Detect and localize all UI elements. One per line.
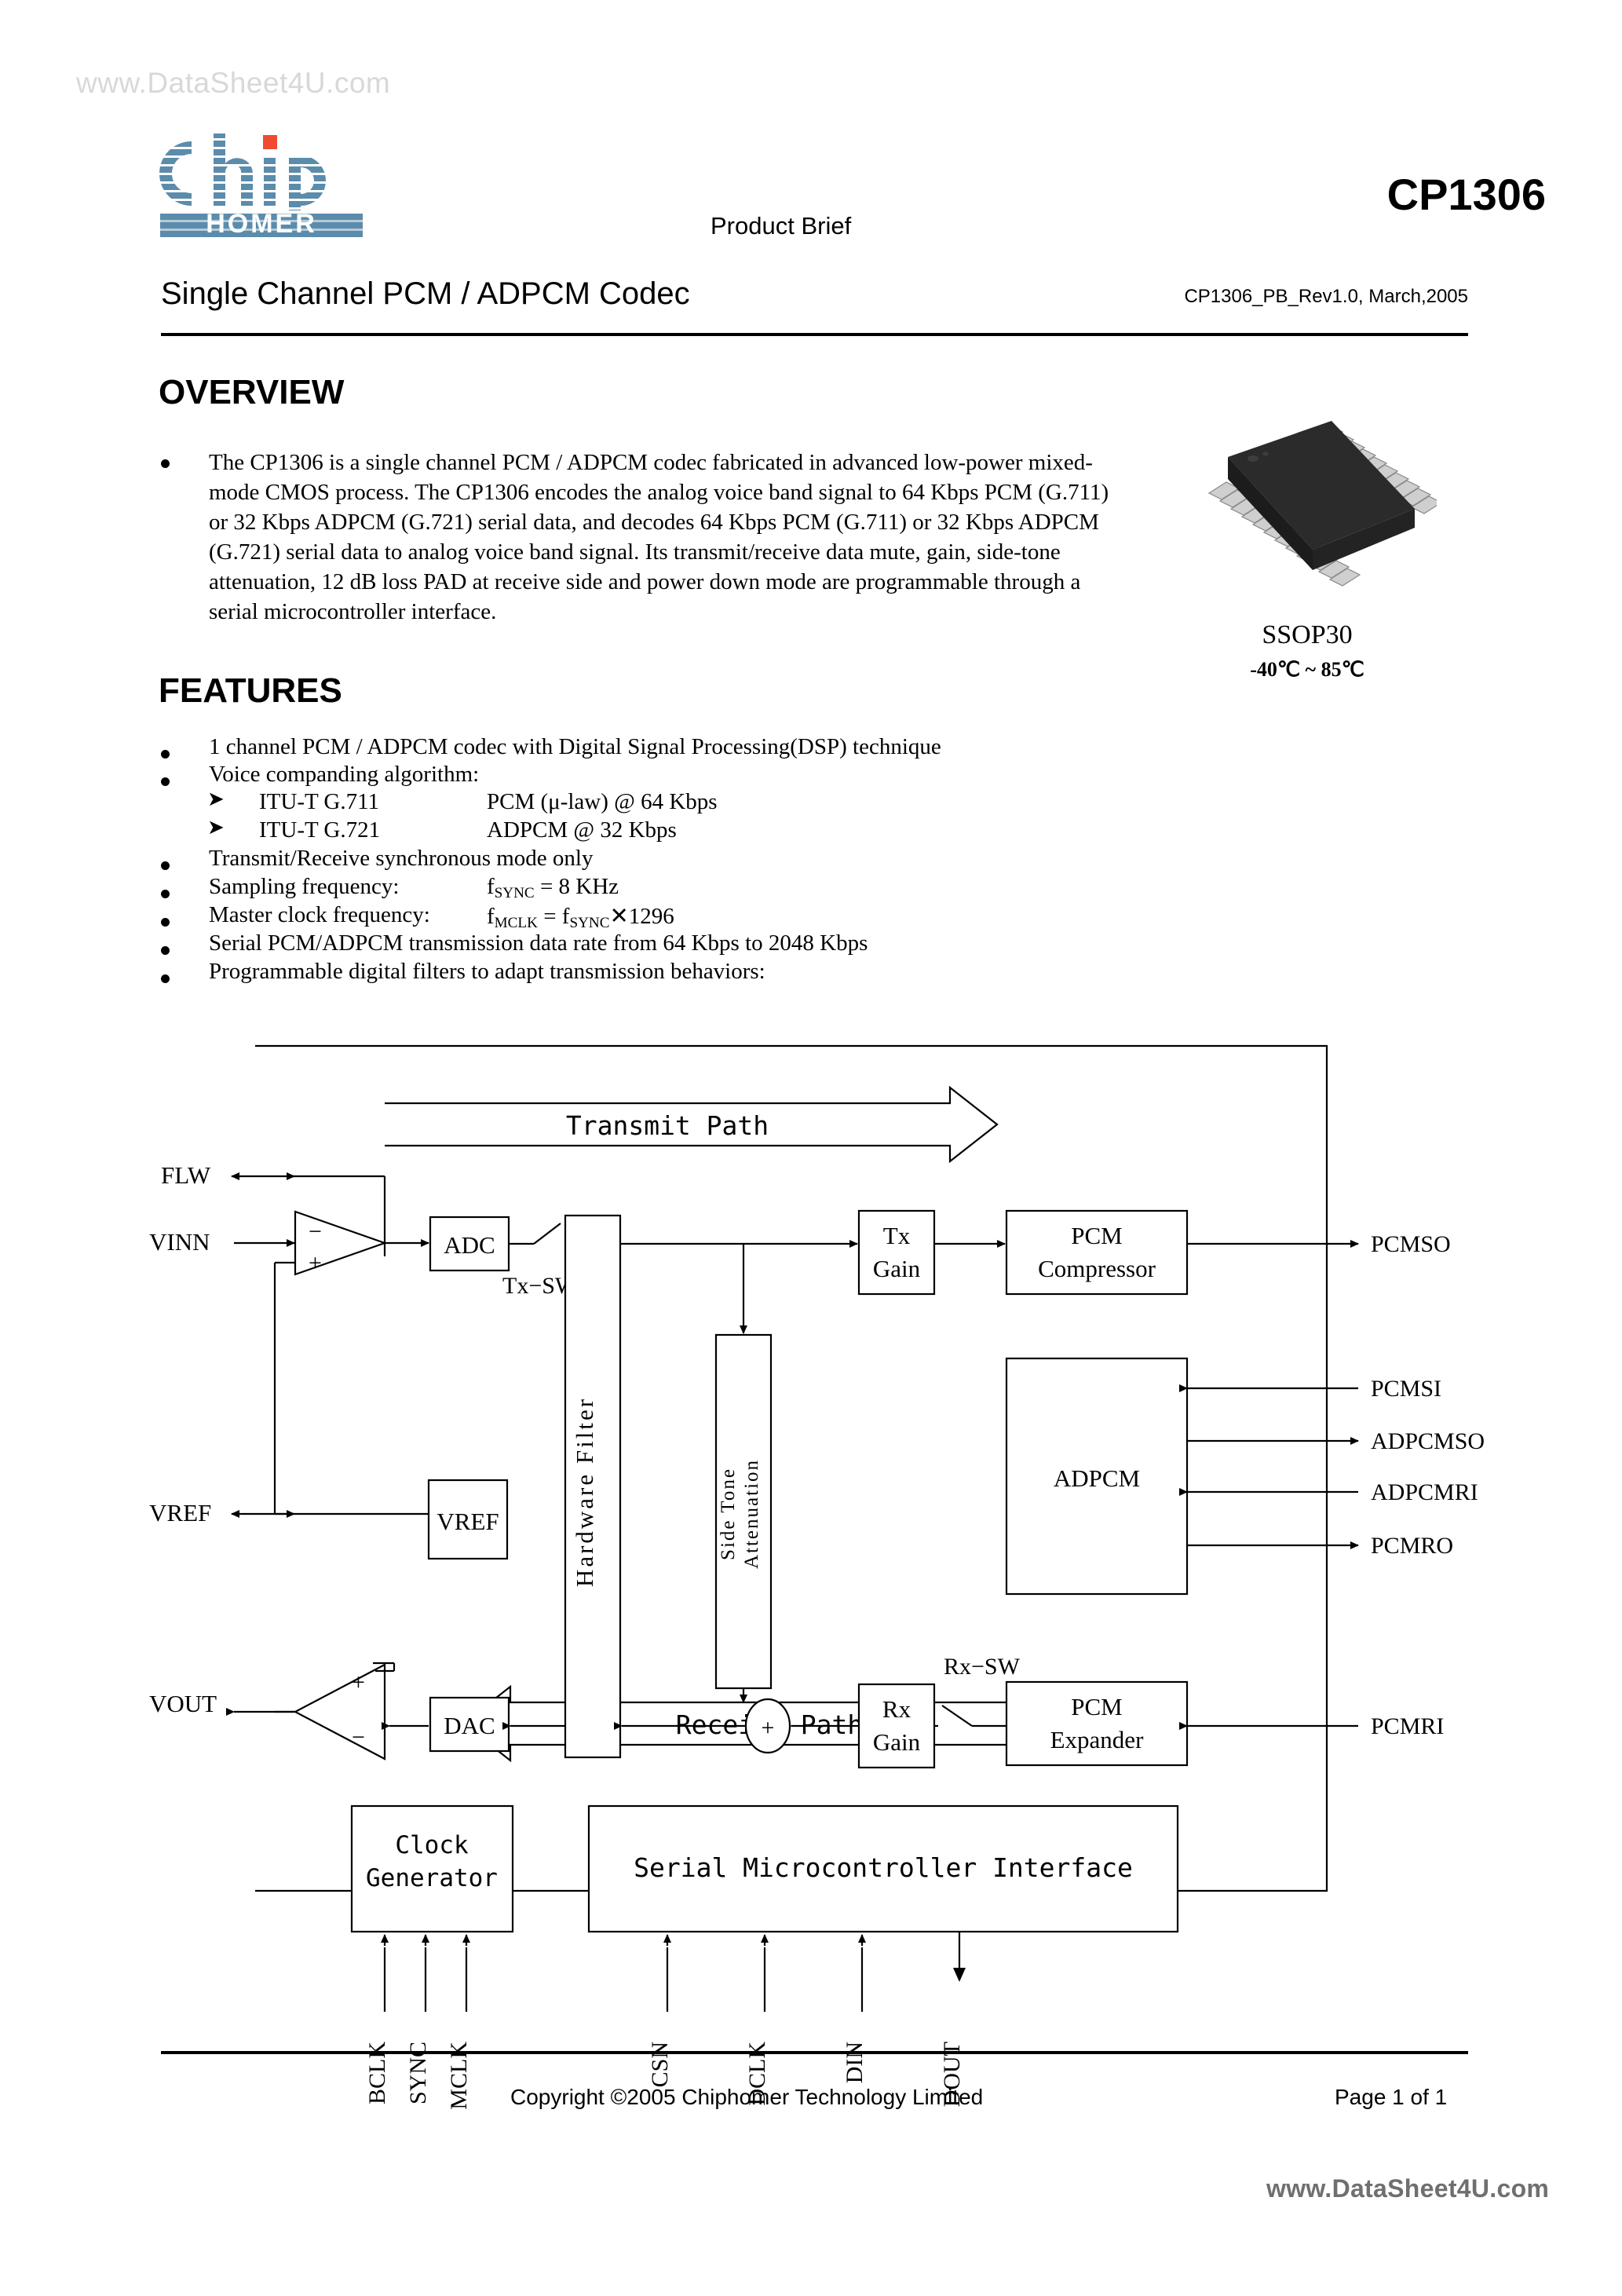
- watermark-top: www.DataSheet4U.com: [76, 67, 391, 99]
- block-rx-gain-label-1: Rx: [882, 1695, 911, 1723]
- feature-item-0: 1 channel PCM / ADPCM codec with Digital…: [209, 734, 941, 759]
- page-title: Single Channel PCM / ADPCM Codec: [161, 276, 690, 311]
- bullet-icon: [161, 861, 170, 870]
- package-image: [1178, 408, 1443, 612]
- block-tx-gain-label-1: Tx: [883, 1222, 911, 1249]
- pin-label-vinn: VINN: [149, 1228, 210, 1256]
- features-heading: FEATURES: [159, 671, 342, 710]
- block-vref-label: VREF: [437, 1508, 499, 1535]
- summing-node-sign: +: [762, 1715, 775, 1741]
- product-brief-label: Product Brief: [711, 212, 852, 239]
- bullet-icon: [161, 918, 170, 927]
- feature-item-6: Master clock frequency:: [209, 902, 430, 927]
- pin-label-flw: FLW: [161, 1161, 211, 1189]
- overview-heading: OVERVIEW: [159, 373, 345, 411]
- block-dac-label: DAC: [444, 1712, 495, 1739]
- feature-item-7: Serial PCM/ADPCM transmission data rate …: [209, 930, 868, 956]
- opamp1-plus-sign: +: [309, 1250, 322, 1276]
- pin-label-pcmri: PCMRI: [1371, 1713, 1444, 1739]
- footer-page-number: Page 1 of 1: [1335, 2085, 1448, 2109]
- pin-label-adpcmso: ADPCMSO: [1371, 1428, 1485, 1454]
- opamp1-minus-sign: −: [309, 1219, 322, 1245]
- feature-item-4: Transmit/Receive synchronous mode only: [209, 846, 594, 871]
- watermark-bottom: www.DataSheet4U.com: [1266, 2174, 1550, 2203]
- feature-item-3-value: ADPCM @ 32 Kbps: [487, 817, 677, 843]
- block-pcm-compressor-label-2: Compressor: [1038, 1255, 1156, 1282]
- bullet-icon: [161, 974, 170, 983]
- feature-item-5-value: fSYNC = 8 KHz: [487, 874, 619, 901]
- block-tx-gain-label-2: Gain: [873, 1255, 921, 1282]
- block-clock-generator-label-1: Clock: [395, 1831, 469, 1859]
- block-adc-label: ADC: [444, 1231, 495, 1259]
- block-clock-generator-label-2: Generator: [366, 1864, 498, 1892]
- opamp2-minus-sign: −: [352, 1724, 365, 1750]
- feature-item-6-value: fMCLK = fSYNC✕1296: [487, 904, 674, 931]
- package-name: SSOP30: [1262, 620, 1353, 649]
- pin-label-vref: VREF: [149, 1499, 211, 1526]
- doc-revision: CP1306_PB_Rev1.0, March,2005: [1184, 286, 1468, 307]
- bullet-icon: [161, 890, 170, 898]
- block-diagram: .ln { stroke:#000; stroke-width:2.2; fil…: [149, 1021, 1586, 1947]
- feature-item-3-label: ITU-T G.721: [259, 817, 381, 843]
- bullet-icon: [161, 750, 170, 759]
- transmit-path-label: Transmit Path: [566, 1110, 769, 1141]
- pin-label-vout: VOUT: [149, 1690, 217, 1717]
- bullet-icon: [161, 459, 170, 468]
- header-divider: [161, 333, 1468, 336]
- block-hardware-filter-label: Hardware Filter: [571, 1397, 598, 1587]
- arrowhead-icon: ➤: [207, 788, 225, 811]
- bottom-pin-labels: .ser2{font-family:"Liberation Serif", se…: [149, 1994, 1586, 2152]
- package-temperature: -40℃ ~ 85℃: [1250, 658, 1364, 681]
- rx-switch-label: Rx−SW: [944, 1654, 1021, 1680]
- feature-item-2-value: PCM (μ-law) @ 64 Kbps: [487, 789, 718, 814]
- block-pcm-expander-label-1: PCM: [1071, 1693, 1122, 1720]
- block-serial-mcu-label: Serial Microcontroller Interface: [634, 1852, 1133, 1883]
- block-pcm-compressor-label-1: PCM: [1071, 1222, 1122, 1249]
- arrowhead-icon: ➤: [207, 816, 225, 839]
- title-row: Single Channel PCM / ADPCM Codec CP1306_…: [161, 276, 1468, 317]
- block-rx-gain-label-2: Gain: [873, 1728, 921, 1756]
- feature-item-5: Sampling frequency:: [209, 874, 400, 899]
- pin-label-din: DIN: [842, 2042, 868, 2083]
- footer-divider: [161, 2051, 1468, 2054]
- chiphomer-logo: HOMER: [154, 132, 364, 239]
- pin-label-pcmso: PCMSO: [1371, 1231, 1451, 1257]
- pin-label-csn: CSN: [647, 2042, 673, 2087]
- feature-item-1: Voice companding algorithm:: [209, 762, 480, 787]
- part-number: CP1306: [1386, 170, 1546, 219]
- block-side-tone-label-1: Side Tone: [718, 1468, 739, 1560]
- block-pcm-expander-label-2: Expander: [1050, 1726, 1144, 1753]
- block-side-tone-label-2: Attenuation: [741, 1459, 762, 1569]
- opamp2-plus-sign: +: [352, 1669, 365, 1695]
- pin-label-adpcmri: ADPCMRI: [1371, 1479, 1478, 1505]
- feature-item-8: Programmable digital filters to adapt tr…: [209, 959, 765, 984]
- bullet-icon: [161, 777, 170, 786]
- footer-copyright: Copyright ©2005 Chiphomer Technology Lim…: [510, 2085, 984, 2109]
- bullet-icon: [161, 946, 170, 955]
- block-adpcm-label: ADPCM: [1054, 1464, 1140, 1492]
- pin-label-pcmsi: PCMSI: [1371, 1376, 1441, 1402]
- overview-paragraph: The CP1306 is a single channel PCM / ADP…: [209, 450, 1109, 624]
- pin-label-pcmro: PCMRO: [1371, 1533, 1453, 1559]
- feature-item-2-label: ITU-T G.711: [259, 789, 380, 814]
